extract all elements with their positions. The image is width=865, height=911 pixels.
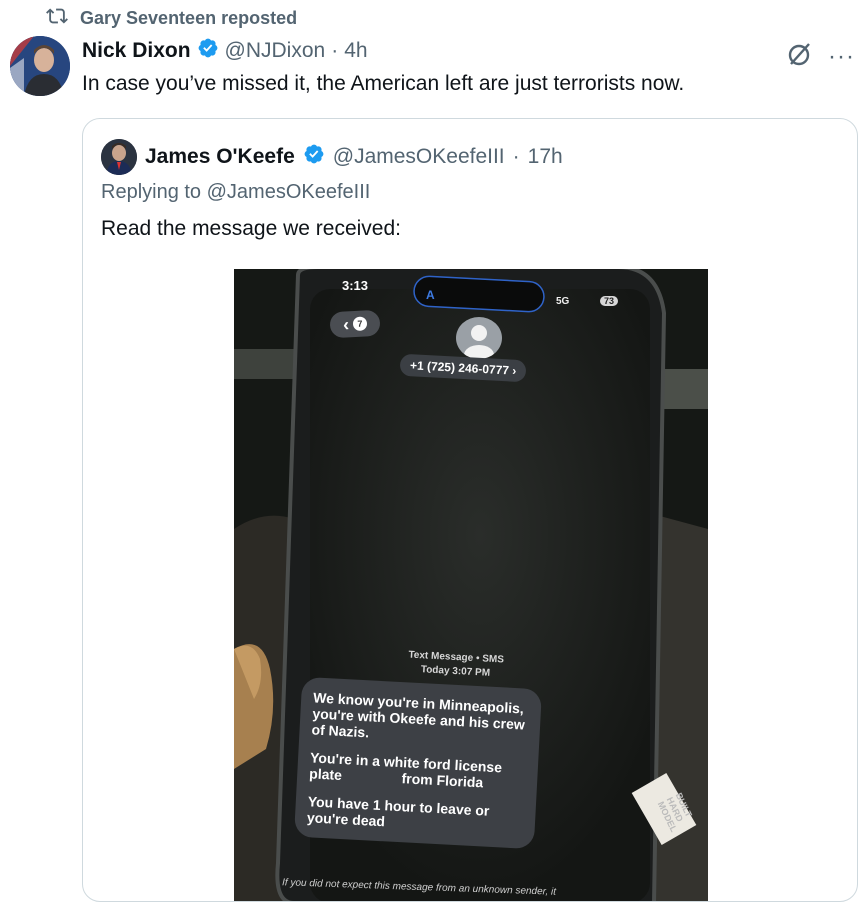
more-options-icon[interactable]: ···: [828, 44, 855, 69]
message-meta: Text Message • SMS Today 3:07 PM: [407, 649, 504, 682]
tweet-header: Nick Dixon @NJDixon · 4h: [82, 36, 368, 66]
replying-handle-link[interactable]: @JamesOKeefeIII: [207, 181, 371, 203]
quoted-author-handle[interactable]: @JamesOKeefeIII: [333, 145, 505, 169]
tweet-text: In case you’ve missed it, the American l…: [82, 72, 685, 95]
svg-text:A: A: [426, 288, 435, 302]
phone-status-time: 3:13: [342, 278, 369, 293]
dot-separator: ·: [512, 145, 520, 168]
author-name[interactable]: Nick Dixon: [82, 39, 191, 63]
message-bubble: We know you're in Minneapolis, you're wi…: [293, 676, 543, 850]
contact-avatar-icon: [456, 317, 502, 359]
quoted-tweet-text: Read the message we received:: [101, 217, 401, 240]
verified-badge-icon: [197, 37, 219, 65]
redaction: [346, 770, 398, 783]
tweet-actions-top: ···: [786, 40, 855, 73]
unread-count-badge: 7: [352, 316, 368, 332]
attached-photo[interactable]: A 3:13 5G 73 ‹ 7 +1 (725) 246-0777 › Tex…: [234, 269, 708, 901]
quoted-author-avatar[interactable]: [101, 139, 137, 175]
replying-to: Replying to @JamesOKeefeIII: [101, 181, 370, 204]
author-avatar[interactable]: [10, 36, 70, 96]
message-paragraph-2b: from Florida: [401, 770, 484, 791]
verified-badge-icon: [303, 143, 325, 171]
grok-icon[interactable]: [786, 40, 814, 73]
quoted-tweet[interactable]: James O'Keefe @JamesOKeefeIII · 17h Repl…: [82, 118, 858, 902]
chevron-left-icon: ‹: [342, 313, 350, 335]
timestamp[interactable]: 4h: [344, 39, 367, 63]
message-paragraph-1: We know you're in Minneapolis, you're wi…: [311, 689, 526, 741]
repost-icon: [46, 5, 68, 32]
message-paragraph-2: You're in a white ford license plate fro…: [309, 749, 526, 792]
author-handle[interactable]: @NJDixon: [225, 39, 326, 63]
phone-back-button: ‹ 7: [329, 309, 381, 339]
repost-indicator[interactable]: Gary Seventeen reposted: [46, 6, 297, 30]
phone-signal: 5G: [556, 296, 570, 307]
phone-battery: 73: [600, 296, 619, 306]
quoted-tweet-header: James O'Keefe @JamesOKeefeIII · 17h: [101, 139, 563, 175]
repost-label: Gary Seventeen reposted: [80, 7, 298, 28]
quoted-author-name[interactable]: James O'Keefe: [145, 145, 295, 169]
replying-prefix: Replying to: [101, 181, 202, 203]
quoted-timestamp[interactable]: 17h: [528, 145, 563, 169]
dot-separator: ·: [331, 39, 339, 62]
message-paragraph-3: You have 1 hour to leave or you're dead: [306, 793, 490, 830]
